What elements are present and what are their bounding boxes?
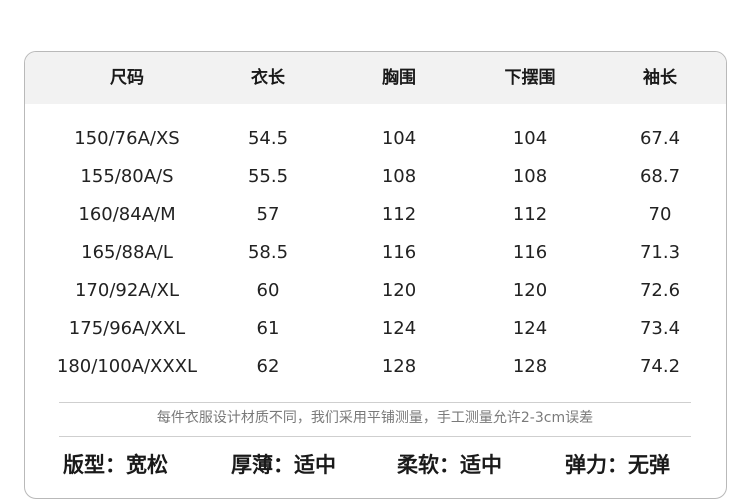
cell-sleeve: 72.6: [639, 280, 681, 301]
cell-sleeve: 68.7: [639, 166, 681, 187]
cell-chest: 124: [381, 318, 417, 339]
cell-chest: 108: [381, 166, 417, 187]
attribute-thickness: 厚薄：适中: [231, 453, 336, 477]
cell-chest: 120: [381, 280, 417, 301]
table-header: 尺码 衣长 胸围 下摆围 袖长: [25, 52, 726, 104]
cell-hem: 124: [512, 318, 548, 339]
header-size: 尺码: [110, 68, 144, 88]
cell-length: 61: [256, 318, 280, 339]
table-row: 155/80A/S 55.5 108 108 68.7: [25, 158, 726, 196]
cell-sleeve: 73.4: [639, 318, 681, 339]
cell-size: 180/100A/XXXL: [56, 356, 198, 377]
cell-size: 175/96A/XXL: [68, 318, 186, 339]
size-chart-card: 尺码 衣长 胸围 下摆围 袖长 150/76A/XS 54.5 104 104 …: [24, 51, 727, 499]
cell-hem: 104: [512, 128, 548, 149]
cell-length: 57: [256, 204, 280, 225]
cell-chest: 116: [381, 242, 417, 263]
cell-chest: 112: [381, 204, 417, 225]
cell-hem: 112: [512, 204, 548, 225]
header-hem: 下摆围: [504, 68, 556, 88]
cell-length: 60: [256, 280, 280, 301]
attribute-softness: 柔软：适中: [397, 453, 502, 477]
cell-hem: 120: [512, 280, 548, 301]
cell-hem: 116: [512, 242, 548, 263]
attribute-fit: 版型：宽松: [63, 453, 168, 477]
attribute-elasticity: 弹力：无弹: [565, 453, 670, 477]
note-bottom-divider: [59, 436, 691, 437]
cell-chest: 104: [381, 128, 417, 149]
table-row: 160/84A/M 57 112 112 70: [25, 196, 726, 234]
cell-sleeve: 70: [648, 204, 672, 225]
cell-length: 55.5: [247, 166, 289, 187]
cell-chest: 128: [381, 356, 417, 377]
cell-size: 155/80A/S: [80, 166, 174, 187]
cell-length: 54.5: [247, 128, 289, 149]
cell-hem: 128: [512, 356, 548, 377]
cell-size: 150/76A/XS: [74, 128, 180, 149]
table-row: 170/92A/XL 60 120 120 72.6: [25, 272, 726, 310]
table-row: 150/76A/XS 54.5 104 104 67.4: [25, 120, 726, 158]
cell-length: 62: [256, 356, 280, 377]
cell-sleeve: 67.4: [639, 128, 681, 149]
measurement-note: 每件衣服设计材质不同，我们采用平铺测量，手工测量允许2-3cm误差: [156, 410, 594, 426]
cell-sleeve: 74.2: [639, 356, 681, 377]
header-chest: 胸围: [382, 68, 416, 88]
cell-sleeve: 71.3: [639, 242, 681, 263]
table-row: 165/88A/L 58.5 116 116 71.3: [25, 234, 726, 272]
cell-size: 170/92A/XL: [74, 280, 180, 301]
cell-hem: 108: [512, 166, 548, 187]
cell-size: 165/88A/L: [81, 242, 173, 263]
table-row: 175/96A/XXL 61 124 124 73.4: [25, 310, 726, 348]
cell-size: 160/84A/M: [78, 204, 176, 225]
cell-length: 58.5: [247, 242, 289, 263]
table-row: 180/100A/XXXL 62 128 128 74.2: [25, 348, 726, 386]
header-length: 衣长: [251, 68, 285, 88]
header-sleeve: 袖长: [643, 68, 677, 88]
note-top-divider: [59, 402, 691, 403]
